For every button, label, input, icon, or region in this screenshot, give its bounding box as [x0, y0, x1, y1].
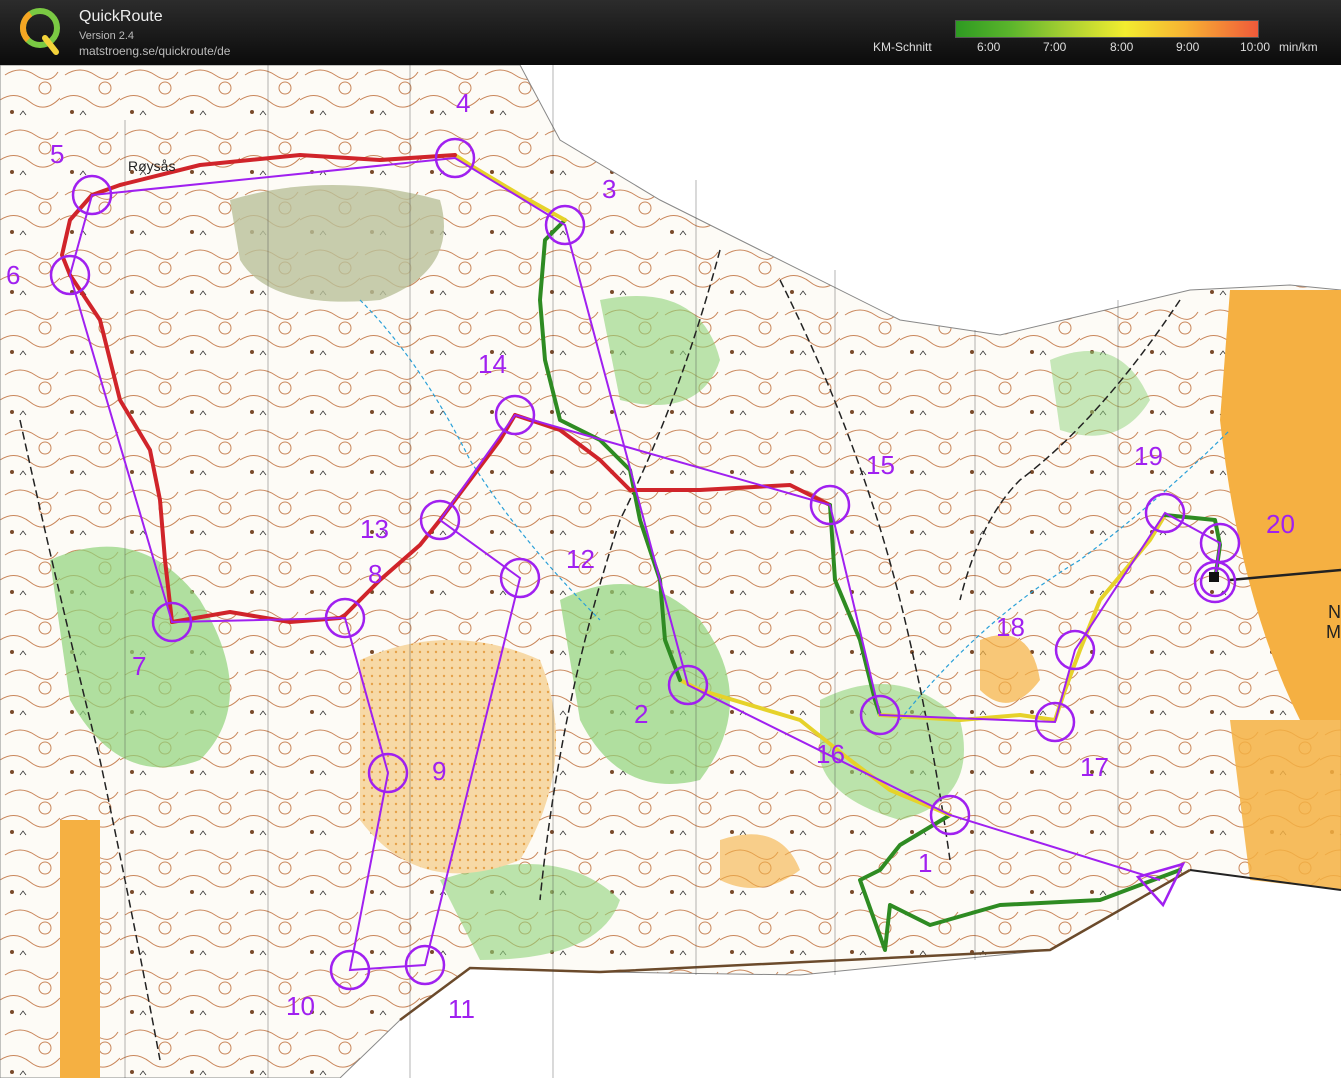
control-number-12: 12 [566, 544, 595, 574]
control-number-5: 5 [50, 139, 64, 169]
orienteering-map[interactable]: 1 2 3 4 5 6 7 8 9 10 11 12 13 14 15 16 1… [0, 65, 1341, 1078]
control-number-7: 7 [132, 651, 146, 681]
control-number-6: 6 [6, 260, 20, 290]
control-number-8: 8 [368, 559, 382, 589]
control-number-15: 15 [866, 450, 895, 480]
header-bar: QuickRoute Version 2.4 matstroeng.se/qui… [0, 0, 1341, 65]
pace-tick: 9:00 [1176, 40, 1200, 54]
app-url: matstroeng.se/quickroute/de [79, 44, 231, 58]
pace-scale-label: KM-Schnitt [873, 40, 932, 54]
map-terrain [0, 65, 1341, 1078]
control-number-1: 1 [918, 848, 932, 878]
control-number-13: 13 [360, 514, 389, 544]
place-name: Røysås [128, 158, 175, 174]
pace-unit: min/km [1279, 40, 1318, 54]
control-number-9: 9 [432, 756, 446, 786]
quickroute-logo [20, 8, 60, 55]
finish-marker [1209, 572, 1219, 582]
control-number-17: 17 [1080, 752, 1109, 782]
control-number-19: 19 [1134, 441, 1163, 471]
control-number-10: 10 [286, 991, 315, 1021]
control-number-18: 18 [996, 612, 1025, 642]
control-number-11: 11 [448, 994, 475, 1024]
app-title: QuickRoute [79, 8, 163, 25]
control-number-2: 2 [634, 699, 648, 729]
control-number-3: 3 [602, 174, 616, 204]
pace-tick: 10:00 [1240, 40, 1271, 54]
app-version: Version 2.4 [79, 30, 135, 42]
control-number-16: 16 [816, 739, 845, 769]
map-canvas[interactable]: 1 2 3 4 5 6 7 8 9 10 11 12 13 14 15 16 1… [0, 65, 1341, 1078]
edge-text-1: N [1328, 602, 1341, 622]
pace-color-scale [955, 20, 1259, 38]
control-number-14: 14 [478, 349, 507, 379]
pace-tick: 6:00 [977, 40, 1001, 54]
control-number-20: 20 [1266, 509, 1295, 539]
control-number-4: 4 [456, 88, 470, 118]
pace-tick: 8:00 [1110, 40, 1134, 54]
edge-text-2: M [1326, 622, 1341, 642]
pace-tick: 7:00 [1043, 40, 1067, 54]
